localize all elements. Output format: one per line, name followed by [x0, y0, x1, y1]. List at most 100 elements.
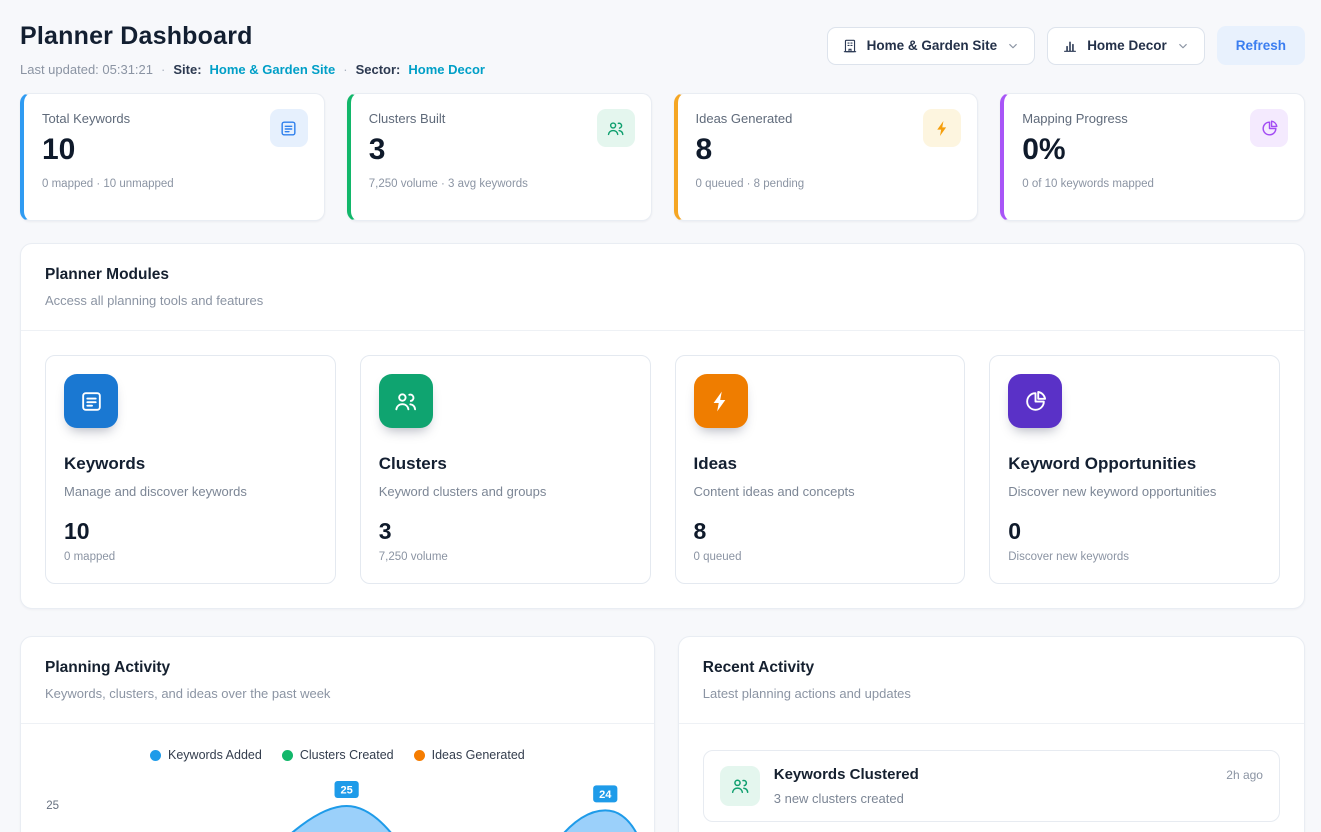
module-description: Content ideas and concepts: [694, 484, 947, 499]
lightning-icon: [923, 109, 961, 147]
module-title: Clusters: [379, 454, 632, 474]
module-detail: 7,250 volume: [379, 551, 632, 563]
stat-card-total-keywords: Total Keywords 10 0 mapped · 10 unmapped: [20, 93, 325, 221]
bottom-row: Planning Activity Keywords, clusters, an…: [20, 636, 1305, 832]
chevron-down-icon: [1006, 39, 1020, 53]
svg-text:25: 25: [340, 785, 352, 797]
stat-label: Ideas Generated: [696, 111, 960, 126]
stat-card-mapping-progress: Mapping Progress 0% 0 of 10 keywords map…: [1000, 93, 1305, 221]
stat-label: Clusters Built: [369, 111, 633, 126]
stat-detail: 0 of 10 keywords mapped: [1022, 178, 1286, 190]
module-detail: Discover new keywords: [1008, 551, 1261, 563]
module-card-keywords[interactable]: Keywords Manage and discover keywords 10…: [45, 355, 336, 584]
module-title: Ideas: [694, 454, 947, 474]
users-icon: [720, 766, 760, 806]
separator-dot: ·: [161, 62, 165, 77]
activity-chart-area: 25 25 24: [21, 770, 654, 832]
module-value: 3: [379, 518, 632, 545]
stat-value: 8: [696, 133, 960, 167]
recent-activity-header: Recent Activity Latest planning actions …: [679, 637, 1304, 724]
topbar-controls: Home & Garden Site Home Decor Refresh: [827, 26, 1305, 65]
module-detail: 0 queued: [694, 551, 947, 563]
separator-dot: ·: [343, 62, 347, 77]
module-card-ideas[interactable]: Ideas Content ideas and concepts 8 0 que…: [675, 355, 966, 584]
panel-subtitle: Keywords, clusters, and ideas over the p…: [45, 686, 630, 701]
lightning-icon: [694, 374, 748, 428]
site-link[interactable]: Home & Garden Site: [210, 62, 336, 77]
building-icon: [842, 38, 858, 54]
legend-item-ideas-generated: Ideas Generated: [414, 748, 525, 762]
sector-label: Sector:: [356, 62, 401, 77]
stat-card-clusters-built: Clusters Built 3 7,250 volume · 3 avg ke…: [347, 93, 652, 221]
stat-label: Mapping Progress: [1022, 111, 1286, 126]
planner-modules-header: Planner Modules Access all planning tool…: [21, 244, 1304, 331]
stat-label: Total Keywords: [42, 111, 306, 126]
bar-chart-icon: [1062, 38, 1078, 54]
panel-subtitle: Latest planning actions and updates: [703, 686, 1280, 701]
legend-dot: [150, 750, 161, 761]
module-description: Manage and discover keywords: [64, 484, 317, 499]
planning-activity-header: Planning Activity Keywords, clusters, an…: [21, 637, 654, 724]
topbar-left: Planner Dashboard Last updated: 05:31:21…: [20, 22, 485, 77]
module-title: Keywords: [64, 454, 317, 474]
module-card-clusters[interactable]: Clusters Keyword clusters and groups 3 7…: [360, 355, 651, 584]
activity-line-chart: 25 24: [65, 776, 640, 832]
panel-title: Planning Activity: [45, 659, 630, 677]
document-list-icon: [64, 374, 118, 428]
module-description: Keyword clusters and groups: [379, 484, 632, 499]
sector-link[interactable]: Home Decor: [408, 62, 485, 77]
svg-text:24: 24: [599, 789, 612, 801]
legend-label: Keywords Added: [168, 748, 262, 762]
recent-item-time: 2h ago: [1226, 766, 1263, 782]
module-description: Discover new keyword opportunities: [1008, 484, 1261, 499]
pie-chart-icon: [1250, 109, 1288, 147]
page-title: Planner Dashboard: [20, 22, 485, 51]
modules-grid: Keywords Manage and discover keywords 10…: [21, 331, 1304, 608]
stats-row: Total Keywords 10 0 mapped · 10 unmapped…: [0, 85, 1321, 221]
document-list-icon: [270, 109, 308, 147]
site-label: Site:: [173, 62, 201, 77]
panel-title: Recent Activity: [703, 659, 1280, 677]
stat-value: 10: [42, 133, 306, 167]
module-value: 8: [694, 518, 947, 545]
site-selector-value: Home & Garden Site: [867, 38, 998, 53]
recent-item-description: 3 new clusters created: [774, 791, 1213, 806]
chart-legend: Keywords Added Clusters Created Ideas Ge…: [21, 724, 654, 770]
module-title: Keyword Opportunities: [1008, 454, 1261, 474]
last-updated-text: Last updated: 05:31:21: [20, 62, 153, 77]
module-value: 10: [64, 518, 317, 545]
recent-activity-panel: Recent Activity Latest planning actions …: [678, 636, 1305, 832]
meta-row: Last updated: 05:31:21 · Site: Home & Ga…: [20, 62, 485, 77]
stat-detail: 0 queued · 8 pending: [696, 178, 960, 190]
legend-label: Clusters Created: [300, 748, 394, 762]
stat-card-ideas-generated: Ideas Generated 8 0 queued · 8 pending: [674, 93, 979, 221]
module-card-keyword-opportunities[interactable]: Keyword Opportunities Discover new keywo…: [989, 355, 1280, 584]
module-detail: 0 mapped: [64, 551, 317, 563]
panel-subtitle: Access all planning tools and features: [45, 293, 1280, 308]
planning-activity-panel: Planning Activity Keywords, clusters, an…: [20, 636, 655, 832]
stat-value: 0%: [1022, 133, 1286, 167]
legend-label: Ideas Generated: [432, 748, 525, 762]
sector-selector-dropdown[interactable]: Home Decor: [1047, 27, 1205, 65]
panel-title: Planner Modules: [45, 266, 1280, 284]
users-icon: [597, 109, 635, 147]
refresh-button[interactable]: Refresh: [1217, 26, 1305, 65]
stat-value: 3: [369, 133, 633, 167]
site-selector-dropdown[interactable]: Home & Garden Site: [827, 27, 1036, 65]
recent-activity-item[interactable]: Keywords Clustered 3 new clusters create…: [703, 750, 1280, 822]
planner-modules-panel: Planner Modules Access all planning tool…: [20, 243, 1305, 609]
module-value: 0: [1008, 518, 1261, 545]
legend-dot: [282, 750, 293, 761]
legend-item-keywords-added: Keywords Added: [150, 748, 262, 762]
chevron-down-icon: [1176, 39, 1190, 53]
pie-chart-icon: [1008, 374, 1062, 428]
stat-detail: 0 mapped · 10 unmapped: [42, 178, 306, 190]
users-icon: [379, 374, 433, 428]
legend-item-clusters-created: Clusters Created: [282, 748, 394, 762]
legend-dot: [414, 750, 425, 761]
y-axis-tick: 25: [35, 776, 65, 832]
recent-item-title: Keywords Clustered: [774, 766, 1213, 783]
topbar: Planner Dashboard Last updated: 05:31:21…: [0, 0, 1321, 85]
sector-selector-value: Home Decor: [1087, 38, 1167, 53]
recent-item-text: Keywords Clustered 3 new clusters create…: [774, 766, 1213, 806]
